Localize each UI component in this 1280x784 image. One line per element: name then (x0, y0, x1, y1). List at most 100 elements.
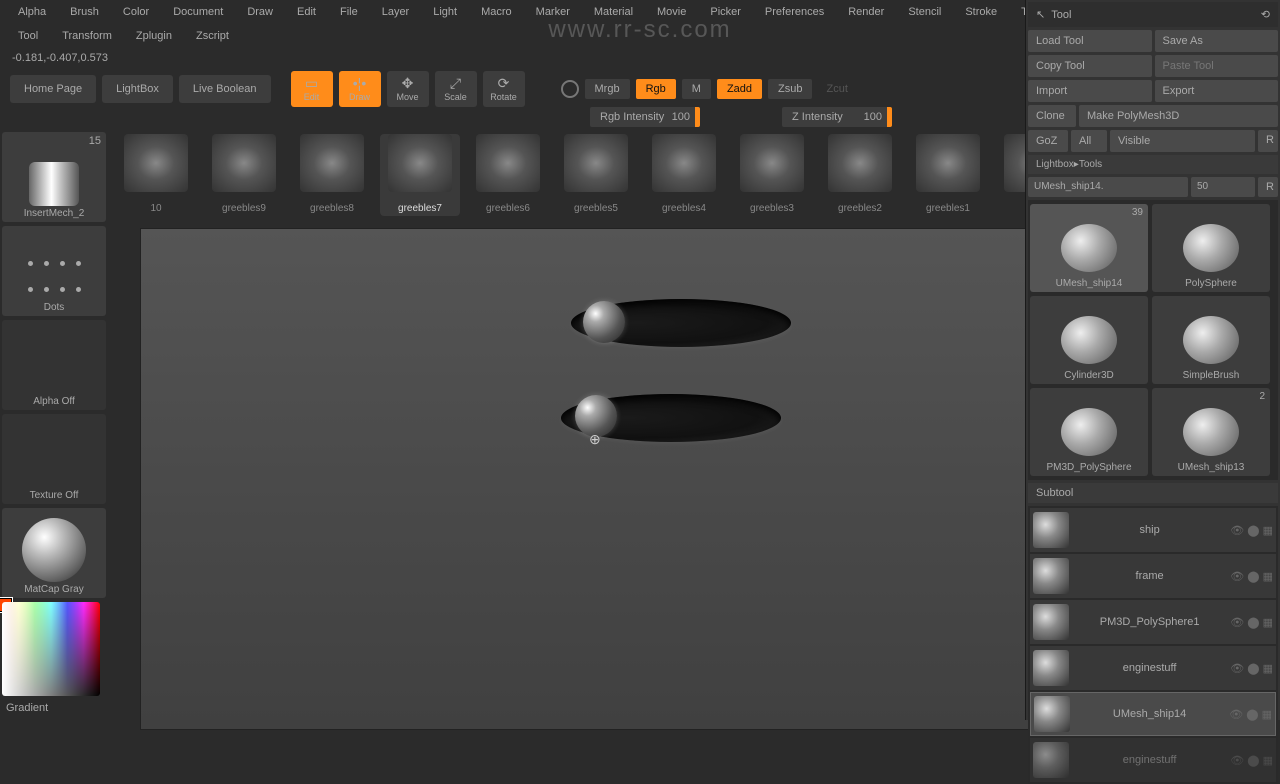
menu-movie[interactable]: Movie (647, 3, 696, 21)
subtool-frame[interactable]: frame👁 ⬤ ▦ (1030, 554, 1276, 598)
tool-thumb-icon (1061, 316, 1117, 364)
export-button[interactable]: Export (1155, 80, 1279, 102)
load-tool-button[interactable]: Load Tool (1028, 30, 1152, 52)
tool-panel-header[interactable]: ↖ Tool ⟲ (1028, 2, 1278, 27)
brush-thumb-icon (564, 134, 628, 192)
clone-button[interactable]: Clone (1028, 105, 1076, 127)
menu-edit[interactable]: Edit (287, 3, 326, 21)
menu-macro[interactable]: Macro (471, 3, 522, 21)
subtool-enginestuff[interactable]: enginestuff👁 ⬤ ▦ (1030, 646, 1276, 690)
move-button[interactable]: ✥Move (387, 71, 429, 107)
rotate-button[interactable]: ⟳Rotate (483, 71, 525, 107)
goz-button[interactable]: GoZ (1028, 130, 1068, 152)
menu-render[interactable]: Render (838, 3, 894, 21)
home-page-button[interactable]: Home Page (10, 75, 96, 103)
subtool-toggles[interactable]: 👁 ⬤ ▦ (1230, 616, 1273, 629)
tool-PM3D_PolySphere[interactable]: PM3D_PolySphere (1030, 388, 1148, 476)
brush-greebles2[interactable]: greebles2 (820, 134, 900, 216)
m-button[interactable]: M (682, 79, 711, 99)
paste-tool-button[interactable]: Paste Tool (1155, 55, 1279, 77)
z-intensity-slider[interactable]: Z Intensity100 (782, 107, 892, 127)
brush-greebles1[interactable]: greebles1 (908, 134, 988, 216)
refresh-icon[interactable]: ⟲ (1261, 8, 1270, 21)
mrgb-button[interactable]: Mrgb (585, 79, 630, 99)
edit-button[interactable]: ▭Edit (291, 71, 333, 107)
cursor-icon: ⊕ (589, 431, 601, 448)
brush-greebles9[interactable]: greebles9 (204, 134, 284, 216)
copy-tool-button[interactable]: Copy Tool (1028, 55, 1152, 77)
save-as-button[interactable]: Save As (1155, 30, 1279, 52)
make-polymesh3d-button[interactable]: Make PolyMesh3D (1079, 105, 1278, 127)
brush-10[interactable]: 10 (116, 134, 196, 216)
menu-document[interactable]: Document (163, 3, 233, 21)
menu-tool[interactable]: Tool (8, 27, 48, 45)
subtool-thumb-icon (1033, 558, 1069, 594)
zadd-button[interactable]: Zadd (717, 79, 762, 99)
lightbox-tools-button[interactable]: Lightbox▸Tools (1028, 155, 1278, 174)
subtool-PM3D_PolySphere1[interactable]: PM3D_PolySphere1👁 ⬤ ▦ (1030, 600, 1276, 644)
brush-greebles5[interactable]: greebles5 (556, 134, 636, 216)
subtool-UMesh_ship14[interactable]: UMesh_ship14👁 ⬤ ▦ (1030, 692, 1276, 736)
menu-draw[interactable]: Draw (237, 3, 283, 21)
all-button[interactable]: All (1071, 130, 1107, 152)
rgb-button[interactable]: Rgb (636, 79, 676, 99)
subtool-toggles[interactable]: 👁 ⬤ ▦ (1230, 524, 1273, 537)
lightbox-button[interactable]: LightBox (102, 75, 173, 103)
draw-button[interactable]: •¦•Draw (339, 71, 381, 107)
subtool-toggles[interactable]: 👁 ⬤ ▦ (1230, 662, 1273, 675)
stroke-slot[interactable]: Dots (2, 226, 106, 316)
r-button[interactable]: R (1258, 130, 1278, 152)
brush-greebles3[interactable]: greebles3 (732, 134, 812, 216)
menu-zscript[interactable]: Zscript (186, 27, 239, 45)
arrow-left-icon: ↖ (1036, 8, 1045, 21)
menu-preferences[interactable]: Preferences (755, 3, 834, 21)
subtool-list: ship👁 ⬤ ▦frame👁 ⬤ ▦PM3D_PolySphere1👁 ⬤ ▦… (1028, 506, 1278, 784)
tool-UMesh_ship14[interactable]: 39UMesh_ship14 (1030, 204, 1148, 292)
menu-alpha[interactable]: Alpha (8, 3, 56, 21)
menu-light[interactable]: Light (423, 3, 467, 21)
dots-icon (24, 252, 84, 300)
rgb-intensity-slider[interactable]: Rgb Intensity100 (590, 107, 700, 127)
brush-thumb-icon (652, 134, 716, 192)
texture-slot[interactable]: Texture Off (2, 414, 106, 504)
material-slot[interactable]: MatCap Gray (2, 508, 106, 598)
menu-brush[interactable]: Brush (60, 3, 109, 21)
tool-grid: 39UMesh_ship14PolySphereCylinder3DSimple… (1028, 200, 1278, 480)
brush-greebles7[interactable]: greebles7 (380, 134, 460, 216)
menu-transform[interactable]: Transform (52, 27, 122, 45)
brush-greebles6[interactable]: greebles6 (468, 134, 548, 216)
tool-name-field[interactable]: UMesh_ship14. (1028, 177, 1188, 197)
subtool-toggles[interactable]: 👁 ⬤ ▦ (1230, 570, 1273, 583)
menu-marker[interactable]: Marker (526, 3, 580, 21)
subtool-ship[interactable]: ship👁 ⬤ ▦ (1030, 508, 1276, 552)
menu-file[interactable]: File (330, 3, 368, 21)
subtool-toggles[interactable]: 👁 ⬤ ▦ (1230, 754, 1273, 767)
menu-picker[interactable]: Picker (700, 3, 751, 21)
menu-material[interactable]: Material (584, 3, 643, 21)
menu-zplugin[interactable]: Zplugin (126, 27, 182, 45)
alpha-slot[interactable]: Alpha Off (2, 320, 106, 410)
tool-UMesh_ship13[interactable]: 2UMesh_ship13 (1152, 388, 1270, 476)
zsub-button[interactable]: Zsub (768, 79, 812, 99)
tool-Cylinder3D[interactable]: Cylinder3D (1030, 296, 1148, 384)
tool-value-slider[interactable]: 50 (1191, 177, 1255, 197)
scale-button[interactable]: ⤢Scale (435, 71, 477, 107)
live-boolean-button[interactable]: Live Boolean (179, 75, 271, 103)
r-button-2[interactable]: R (1258, 177, 1278, 197)
menu-layer[interactable]: Layer (372, 3, 420, 21)
tool-SimpleBrush[interactable]: SimpleBrush (1152, 296, 1270, 384)
visible-button[interactable]: Visible (1110, 130, 1255, 152)
subtool-header[interactable]: Subtool (1028, 483, 1278, 503)
color-picker[interactable] (2, 602, 106, 696)
import-button[interactable]: Import (1028, 80, 1152, 102)
brush-greebles4[interactable]: greebles4 (644, 134, 724, 216)
tool-thumb-icon (1183, 408, 1239, 456)
menu-stroke[interactable]: Stroke (955, 3, 1007, 21)
subtool-enginestuff[interactable]: enginestuff👁 ⬤ ▦ (1030, 738, 1276, 782)
menu-stencil[interactable]: Stencil (898, 3, 951, 21)
brush-slot[interactable]: 15 InsertMech_2 (2, 132, 106, 222)
menu-color[interactable]: Color (113, 3, 159, 21)
subtool-toggles[interactable]: 👁 ⬤ ▦ (1229, 708, 1272, 721)
tool-PolySphere[interactable]: PolySphere (1152, 204, 1270, 292)
brush-greebles8[interactable]: greebles8 (292, 134, 372, 216)
